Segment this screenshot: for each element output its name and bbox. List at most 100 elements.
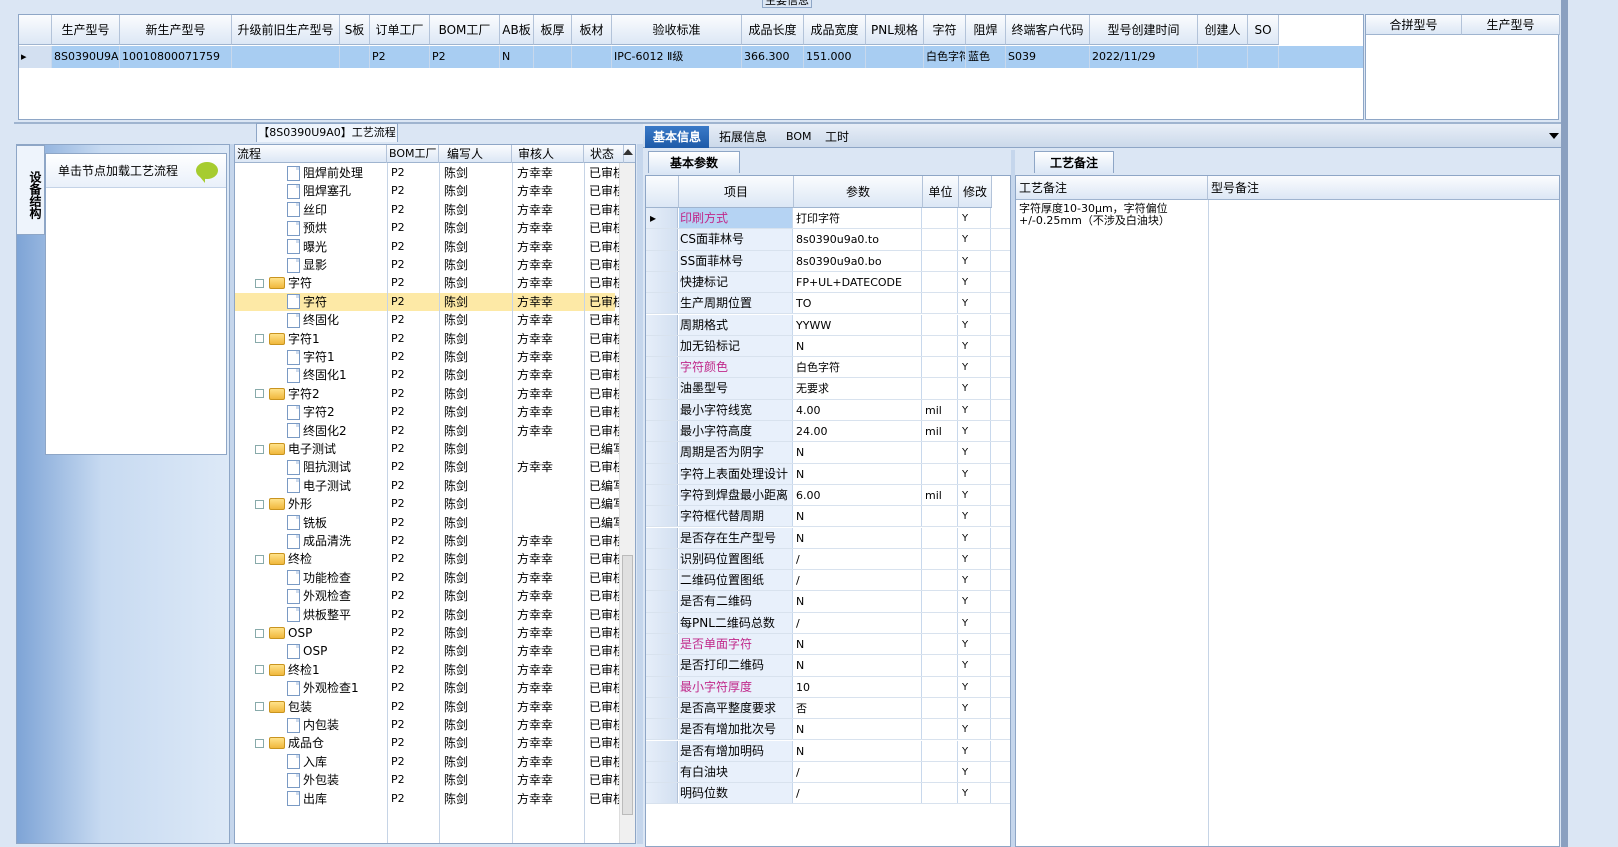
param-unit[interactable] — [923, 314, 958, 335]
tree-row[interactable]: 出库 P2 陈剑 方幸幸 已审核 — [235, 790, 621, 808]
param-value[interactable]: N — [794, 463, 922, 484]
merge-col-header[interactable]: 合拼型号 — [1366, 15, 1462, 35]
col-header-status[interactable]: 状态 — [584, 145, 624, 163]
tree-row[interactable]: 烘板整平 P2 陈剑 方幸幸 已审核 — [235, 606, 621, 624]
col-header[interactable]: 创建人 — [1198, 15, 1248, 45]
param-col-unit[interactable]: 单位 — [923, 176, 959, 208]
col-header[interactable]: S板 — [340, 15, 370, 45]
tree-row[interactable]: 字符1 P2 陈剑 方幸幸 已审核 — [235, 348, 621, 366]
param-value[interactable]: 6.00 — [794, 484, 922, 506]
tree-row[interactable]: − 终检 P2 陈剑 方幸幸 已审核 — [235, 550, 621, 568]
col-header[interactable]: 字符 — [924, 15, 966, 45]
table-cell[interactable]: 151.000 — [804, 46, 866, 68]
param-value[interactable]: / — [794, 570, 922, 591]
tree-node[interactable]: 出库 — [287, 790, 385, 808]
tree-row[interactable]: 显影 P2 陈剑 方幸幸 已审核 — [235, 256, 621, 274]
param-row[interactable]: CS面菲林号 8s0390u9a0.to Y — [646, 229, 1010, 251]
tree-node[interactable]: 烘板整平 — [287, 606, 385, 624]
param-row[interactable]: 明码位数 / Y — [646, 783, 1010, 805]
tab-work-hours[interactable]: 工时 — [817, 126, 857, 148]
param-mod[interactable]: Y — [959, 271, 991, 293]
param-unit[interactable] — [923, 740, 958, 761]
param-mod[interactable]: Y — [959, 676, 991, 697]
param-mod[interactable]: Y — [959, 463, 991, 484]
tree-row[interactable]: 曝光 P2 陈剑 方幸幸 已审核 — [235, 238, 621, 256]
param-row[interactable]: 生产周期位置 TO Y — [646, 293, 1010, 315]
table-cell[interactable]: 8S0390U9A0 — [52, 46, 120, 68]
param-unit[interactable] — [923, 335, 958, 357]
col-header[interactable]: 板材 — [572, 15, 612, 45]
param-value[interactable]: N — [794, 527, 922, 548]
tree-row[interactable]: 外包装 P2 陈剑 方幸幸 已审核 — [235, 771, 621, 789]
col-header-author[interactable]: 编写人 — [439, 145, 512, 163]
merge-col-header[interactable]: 生产型号 — [1462, 15, 1560, 35]
tree-row[interactable]: 终固化 P2 陈剑 方幸幸 已审核 — [235, 311, 621, 329]
tab-dropdown-icon[interactable] — [1549, 133, 1559, 139]
param-unit[interactable] — [923, 634, 958, 655]
param-value[interactable]: 无要求 — [794, 378, 922, 399]
tree-node[interactable]: 字符1 — [287, 348, 385, 366]
param-value[interactable]: / — [794, 783, 922, 804]
col-header[interactable]: 订单工厂 — [370, 15, 430, 45]
tree-node[interactable]: 预烘 — [287, 219, 385, 237]
collapse-icon[interactable]: − — [255, 334, 264, 344]
param-unit[interactable] — [923, 719, 958, 740]
tab-equipment-structure[interactable]: 设备结构 — [17, 145, 45, 235]
param-mod[interactable]: Y — [959, 548, 991, 570]
param-unit[interactable] — [923, 655, 958, 676]
col-model-remark[interactable]: 型号备注 — [1208, 176, 1559, 200]
process-remark-text[interactable]: 字符厚度10-30μm，字符偏位 +/-0.25mm（不涉及白油块） — [1019, 203, 1199, 227]
param-unit[interactable] — [923, 357, 958, 378]
param-value[interactable]: N — [794, 655, 922, 676]
col-header[interactable]: 新生产型号 — [120, 15, 232, 45]
param-unit[interactable] — [923, 506, 958, 527]
param-value[interactable]: 否 — [794, 697, 922, 719]
param-col-mod[interactable]: 修改 — [959, 176, 992, 208]
table-cell[interactable] — [534, 46, 572, 68]
table-cell[interactable]: 2022/11/29 — [1090, 46, 1198, 68]
table-cell[interactable] — [572, 46, 612, 68]
param-col-item[interactable]: 项目 — [679, 176, 794, 208]
tree-node[interactable]: 阻焊塞孔 — [287, 182, 385, 200]
table-cell[interactable]: 蓝色 — [966, 46, 1006, 68]
table-cell[interactable] — [340, 46, 370, 68]
param-mod[interactable]: Y — [959, 442, 991, 463]
param-col-value[interactable]: 参数 — [794, 176, 923, 208]
param-row[interactable]: 识别码位置图纸 / Y — [646, 548, 1010, 571]
mid-splitter[interactable] — [637, 144, 643, 844]
param-value[interactable]: 24.00 — [794, 421, 922, 442]
param-row[interactable]: 字符上表面处理设计 N Y — [646, 463, 1010, 485]
tree-row[interactable]: − 电子测试 P2 陈剑 已编写 — [235, 440, 621, 458]
param-row[interactable]: 周期是否为阴字 N Y — [646, 442, 1010, 464]
tree-node[interactable]: − 成品仓 — [255, 734, 385, 752]
param-unit[interactable] — [923, 271, 958, 293]
load-hint-header[interactable]: 单击节点加载工艺流程 — [46, 154, 226, 188]
tree-row[interactable]: OSP P2 陈剑 方幸幸 已审核 — [235, 642, 621, 660]
scroll-up-icon[interactable] — [623, 149, 633, 155]
collapse-icon[interactable]: − — [255, 278, 264, 288]
param-row[interactable]: 有白油块 / Y — [646, 761, 1010, 784]
tree-node[interactable]: − 外形 — [255, 495, 385, 513]
param-mod[interactable]: Y — [959, 612, 991, 633]
param-row[interactable]: ▸ 印刷方式 打印字符 Y — [646, 208, 1010, 230]
table-cell[interactable]: 白色字符 — [924, 46, 966, 68]
col-header[interactable]: AB板 — [500, 15, 534, 45]
col-header[interactable]: PNL规格 — [866, 15, 924, 45]
param-unit[interactable] — [923, 570, 958, 591]
param-unit[interactable]: mil — [923, 484, 958, 506]
tree-row[interactable]: 外观检查 P2 陈剑 方幸幸 已审核 — [235, 587, 621, 605]
param-unit[interactable] — [923, 783, 958, 804]
param-row[interactable]: 是否有增加明码 N Y — [646, 740, 1010, 762]
tree-row[interactable]: − 外形 P2 陈剑 已编写 — [235, 495, 621, 513]
param-row[interactable]: 快捷标记 FP+UL+DATECODE Y — [646, 271, 1010, 294]
tree-node[interactable]: − 字符2 — [255, 385, 385, 403]
table-cell[interactable] — [1248, 46, 1279, 68]
param-value[interactable]: / — [794, 548, 922, 570]
param-value[interactable]: TO — [794, 293, 922, 314]
tab-basic-info[interactable]: 基本信息 — [645, 126, 710, 148]
param-row[interactable]: 字符颜色 白色字符 Y — [646, 357, 1010, 379]
col-header-process[interactable]: 流程 — [235, 145, 387, 163]
tree-row[interactable]: 预烘 P2 陈剑 方幸幸 已审核 — [235, 219, 621, 237]
col-header[interactable]: 阻焊 — [966, 15, 1006, 45]
tree-node[interactable]: 外包装 — [287, 771, 385, 789]
